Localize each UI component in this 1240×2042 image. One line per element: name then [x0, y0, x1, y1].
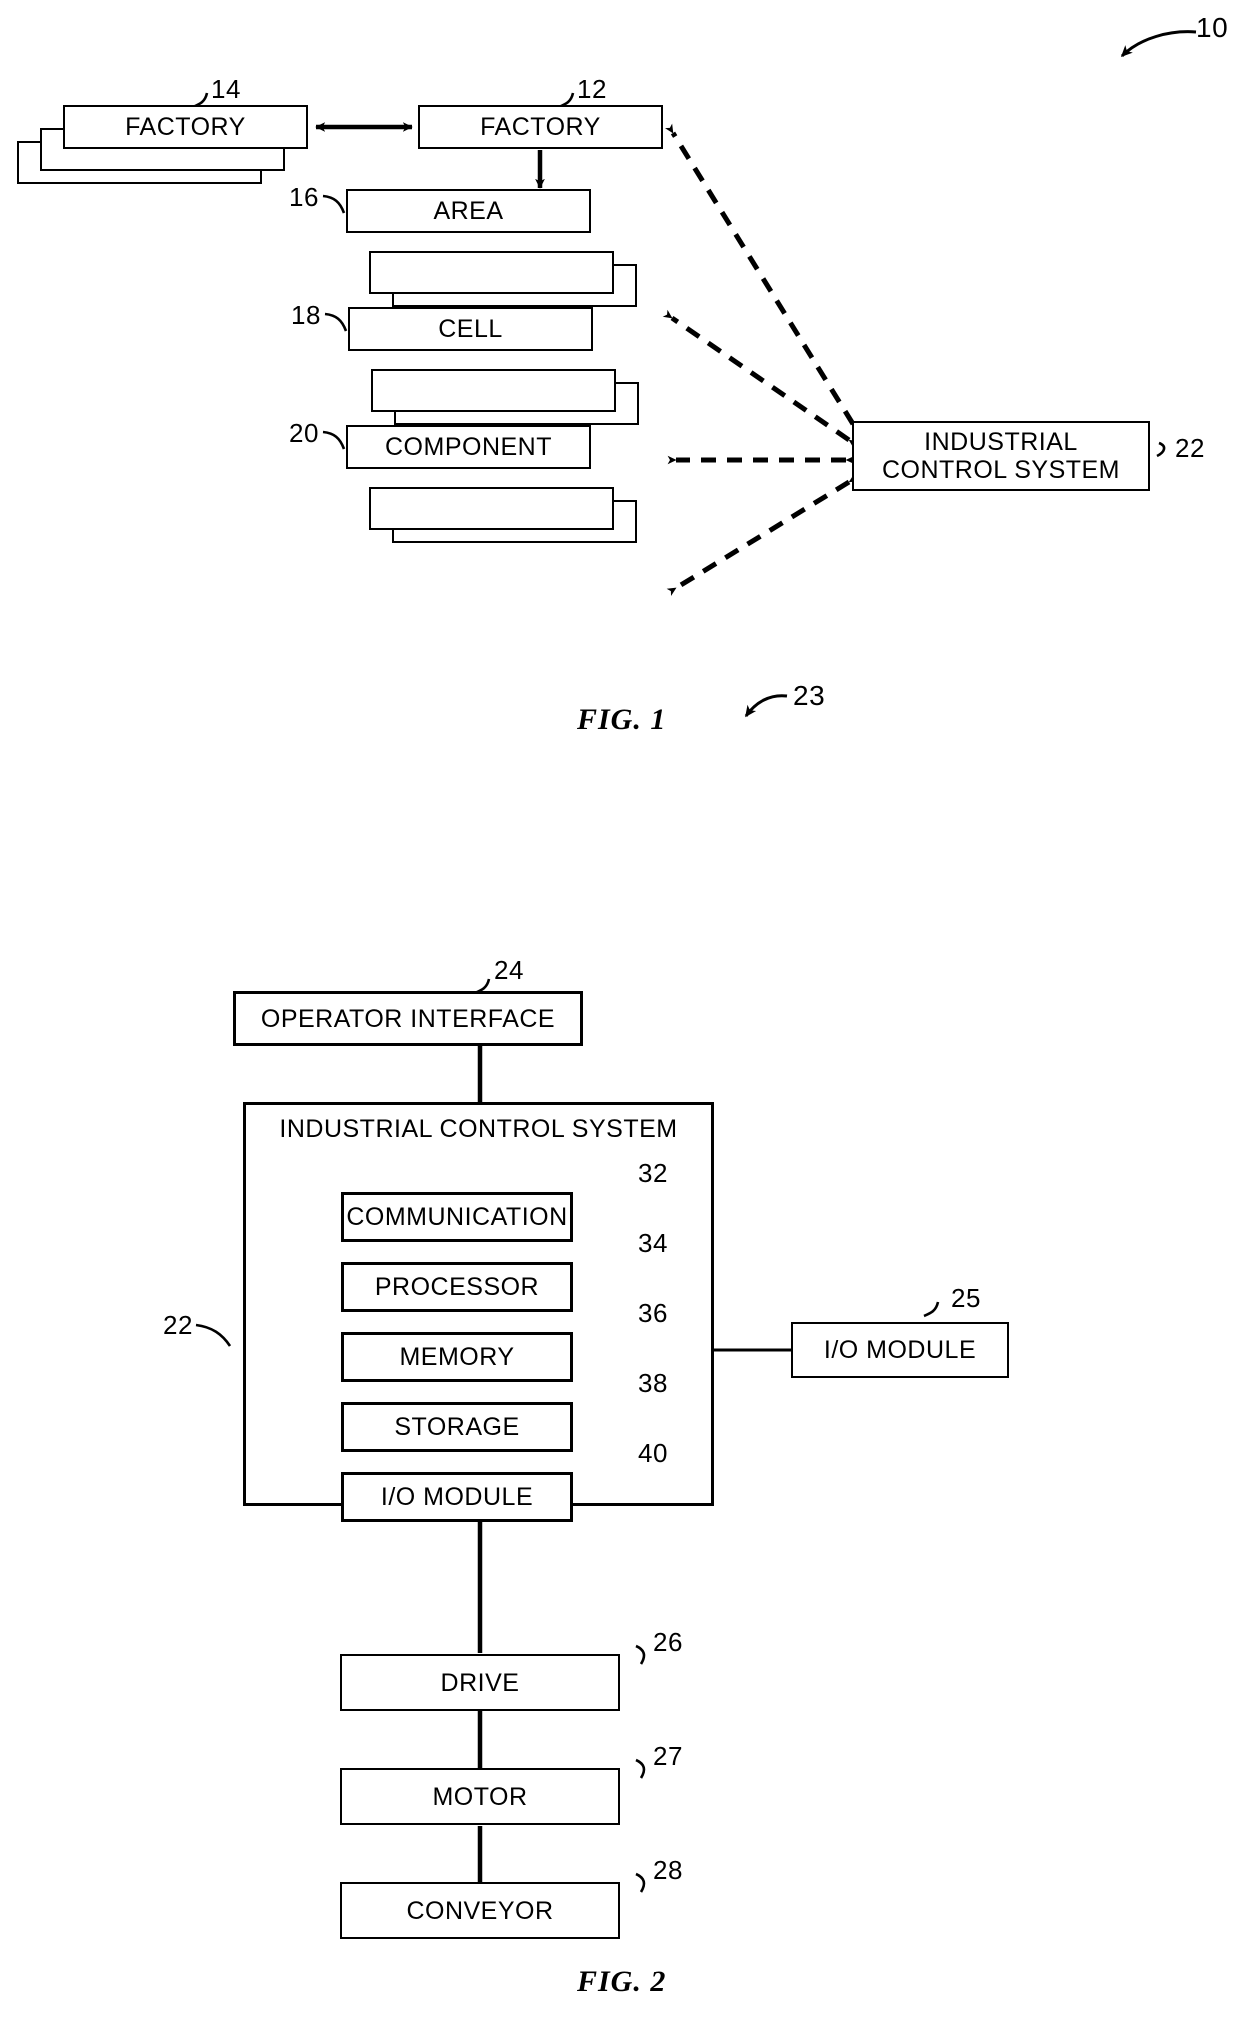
cell-stack-mid: [371, 369, 616, 412]
refnum-34: 34: [638, 1228, 668, 1258]
node-component-20-label: COMPONENT: [385, 433, 552, 461]
node-module-storage-label: STORAGE: [394, 1413, 520, 1441]
node-module-io-40[interactable]: I/O MODULE: [341, 1472, 573, 1522]
node-module-communication-32[interactable]: COMMUNICATION: [341, 1192, 573, 1242]
refnum-26: 26: [653, 1627, 683, 1657]
refnum-22-fig1: 22: [1175, 433, 1205, 463]
node-area-16[interactable]: AREA: [346, 189, 591, 233]
node-operator-interface-label: OPERATOR INTERFACE: [260, 1004, 556, 1033]
component-stack-mid: [369, 487, 614, 530]
node-module-communication-label: COMMUNICATION: [346, 1203, 568, 1231]
node-module-storage-38[interactable]: STORAGE: [341, 1402, 573, 1452]
node-drive-26[interactable]: DRIVE: [340, 1654, 620, 1711]
node-motor-27[interactable]: MOTOR: [340, 1768, 620, 1825]
node-operator-interface-24[interactable]: OPERATOR INTERFACE: [233, 991, 583, 1046]
node-external-io-module-label: I/O MODULE: [823, 1336, 977, 1364]
refnum-28: 28: [653, 1855, 683, 1885]
node-conveyor-28[interactable]: CONVEYOR: [340, 1882, 620, 1939]
refnum-22-fig2: 22: [163, 1310, 193, 1340]
node-external-io-module-25[interactable]: I/O MODULE: [791, 1322, 1009, 1378]
refnum-18: 18: [291, 300, 321, 330]
refnum-24: 24: [494, 955, 524, 985]
ics-container-title: INDUSTRIAL CONTROL SYSTEM: [279, 1115, 678, 1143]
node-factory-14[interactable]: FACTORY: [63, 105, 308, 149]
node-factory-12-label: FACTORY: [480, 113, 601, 141]
ics-label-line2: CONTROL SYSTEM: [881, 456, 1121, 484]
node-area-16-label: AREA: [433, 197, 504, 225]
node-module-io-label: I/O MODULE: [380, 1483, 534, 1511]
refnum-36: 36: [638, 1298, 668, 1328]
refnum-20: 20: [289, 418, 319, 448]
refnum-14: 14: [211, 74, 241, 104]
node-factory-14-label: FACTORY: [125, 113, 246, 141]
node-motor-label: MOTOR: [432, 1782, 528, 1811]
node-component-20[interactable]: COMPONENT: [346, 425, 591, 469]
node-factory-12[interactable]: FACTORY: [418, 105, 663, 149]
node-module-processor-label: PROCESSOR: [374, 1273, 540, 1301]
refnum-12: 12: [577, 74, 607, 104]
refnum-25: 25: [951, 1283, 981, 1313]
refnum-40: 40: [638, 1438, 668, 1468]
node-module-memory-label: MEMORY: [399, 1343, 515, 1371]
node-cell-18[interactable]: CELL: [348, 307, 593, 351]
refnum-27: 27: [653, 1741, 683, 1771]
node-drive-label: DRIVE: [440, 1668, 520, 1697]
node-cell-18-label: CELL: [438, 315, 503, 343]
patent-figure-sheet: 10 FACTORY 14 FACTORY 12 AREA 16 CELL 18: [0, 0, 1240, 2042]
refnum-32: 32: [638, 1158, 668, 1188]
figure-2-caption: FIG. 2: [577, 1965, 667, 1998]
area-stack-mid: [369, 251, 614, 294]
ics-label-line1: INDUSTRIAL: [924, 428, 1078, 456]
node-conveyor-label: CONVEYOR: [406, 1896, 554, 1925]
node-module-processor-34[interactable]: PROCESSOR: [341, 1262, 573, 1312]
figure-1-caption: FIG. 1: [577, 703, 667, 736]
sheet-reference-23: 23: [793, 680, 826, 711]
refnum-38: 38: [638, 1368, 668, 1398]
sheet-reference-10: 10: [1196, 12, 1229, 43]
refnum-16: 16: [289, 182, 319, 212]
node-industrial-control-system-22[interactable]: INDUSTRIAL CONTROL SYSTEM: [852, 421, 1150, 491]
node-module-memory-36[interactable]: MEMORY: [341, 1332, 573, 1382]
